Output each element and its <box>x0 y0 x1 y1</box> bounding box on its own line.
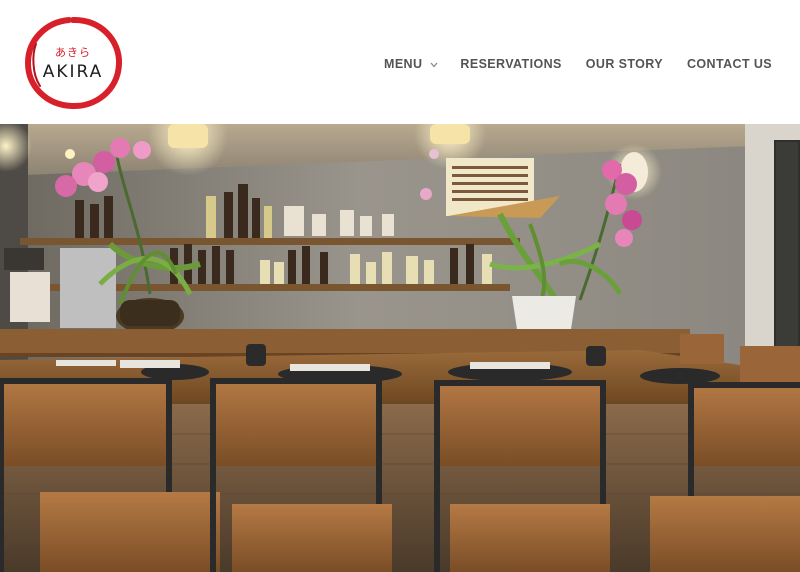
logo-kana: あきら <box>55 46 91 59</box>
hero-image <box>0 124 800 572</box>
nav-menu[interactable]: MENU <box>384 57 438 71</box>
nav-contact-us[interactable]: CONTACT US <box>687 57 772 71</box>
nav-menu-label: MENU <box>384 57 423 71</box>
restaurant-interior-photo <box>0 124 800 572</box>
site-header: あきら AKIRA MENU RESERVATIONS OUR STORY CO… <box>0 0 800 124</box>
nav-contact-us-label: CONTACT US <box>687 57 773 71</box>
chevron-down-icon[interactable] <box>430 57 438 71</box>
nav-our-story[interactable]: OUR STORY <box>586 57 663 71</box>
nav-our-story-label: OUR STORY <box>585 57 663 71</box>
nav-reservations[interactable]: RESERVATIONS <box>460 57 561 71</box>
nav-reservations-label: RESERVATIONS <box>460 57 562 71</box>
logo-wordmark: AKIRA <box>42 62 104 82</box>
main-navigation: MENU RESERVATIONS OUR STORY CONTACT US <box>372 54 772 74</box>
akira-logo[interactable]: あきら AKIRA <box>22 14 124 112</box>
